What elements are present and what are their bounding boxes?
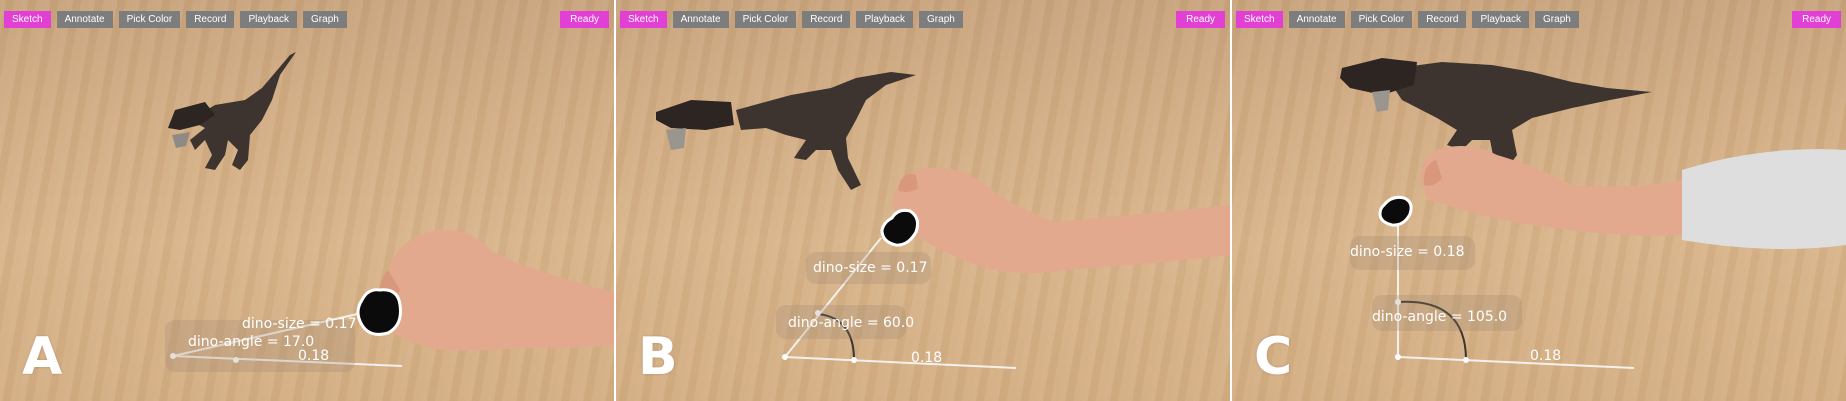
length-handle[interactable] [1463, 357, 1469, 363]
scene-a: dino-size = 0.17 dino-angle = 17.0 0.18 [165, 52, 614, 372]
angle-vertex[interactable] [782, 354, 788, 360]
toolbar: Sketch Annotate Pick Color Record Playba… [4, 11, 347, 28]
sketch-button[interactable]: Sketch [620, 11, 667, 28]
dinosaur-model-icon[interactable] [656, 72, 916, 190]
scene-b: dino-size = 0.17 dino-angle = 60.0 0.18 [656, 72, 1230, 369]
record-button[interactable]: Record [186, 11, 235, 28]
scene-c: dino-size = 0.18 dino-angle = 105.0 0.18 [1340, 58, 1846, 369]
angle-indicator [1397, 212, 1635, 369]
ready-status-badge: Ready [1792, 11, 1841, 28]
ready-status-badge: Ready [560, 11, 609, 28]
toolbar: Sketch Annotate Pick Color Record Playba… [1236, 11, 1579, 28]
hand-icon [1421, 146, 1846, 249]
annotate-button[interactable]: Annotate [672, 11, 729, 28]
dino-size-label: dino-size = 0.18 [1350, 244, 1464, 260]
hand-icon [379, 229, 614, 351]
dino-angle-label: dino-angle = 105.0 [1372, 309, 1507, 325]
record-button[interactable]: Record [802, 11, 851, 28]
panel-letter: A [22, 327, 63, 387]
dino-size-label: dino-size = 0.17 [813, 260, 927, 276]
angle-vertex[interactable] [1395, 354, 1401, 360]
dino-angle-label: dino-angle = 60.0 [788, 315, 914, 331]
panel-c: dino-size = 0.18 dino-angle = 105.0 0.18… [1232, 0, 1846, 401]
annotate-button[interactable]: Annotate [56, 11, 113, 28]
ready-status-badge: Ready [1176, 11, 1225, 28]
grab-blob-icon[interactable] [880, 208, 919, 247]
playback-button[interactable]: Playback [240, 11, 298, 28]
panel-b: dino-size = 0.17 dino-angle = 60.0 0.18 … [616, 0, 1230, 401]
dino-size-label: dino-size = 0.17 [242, 316, 356, 332]
playback-button[interactable]: Playback [856, 11, 914, 28]
toolbar: Sketch Annotate Pick Color Record Playba… [620, 11, 963, 28]
length-label: 0.18 [298, 348, 329, 364]
length-handle[interactable] [851, 357, 857, 363]
dinosaur-model-icon[interactable] [168, 52, 296, 170]
panel-a: dino-size = 0.17 dino-angle = 17.0 0.18 … [0, 0, 614, 401]
pick-color-button[interactable]: Pick Color [118, 11, 181, 28]
hand-icon [891, 167, 1230, 274]
panel-letter: C [1254, 327, 1293, 387]
graph-button[interactable]: Graph [919, 11, 963, 28]
graph-button[interactable]: Graph [303, 11, 347, 28]
length-label: 0.18 [1530, 348, 1561, 364]
panel-letter: B [638, 327, 678, 387]
playback-button[interactable]: Playback [1472, 11, 1530, 28]
pick-color-button[interactable]: Pick Color [1350, 11, 1413, 28]
graph-button[interactable]: Graph [1535, 11, 1579, 28]
grab-blob-icon[interactable] [356, 288, 402, 336]
sketch-button[interactable]: Sketch [4, 11, 51, 28]
annotate-button[interactable]: Annotate [1288, 11, 1345, 28]
pick-color-button[interactable]: Pick Color [734, 11, 797, 28]
record-button[interactable]: Record [1418, 11, 1467, 28]
sketch-button[interactable]: Sketch [1236, 11, 1283, 28]
dino-angle-label: dino-angle = 17.0 [188, 334, 314, 350]
grab-blob-icon[interactable] [1378, 195, 1413, 227]
length-label: 0.18 [911, 350, 942, 366]
